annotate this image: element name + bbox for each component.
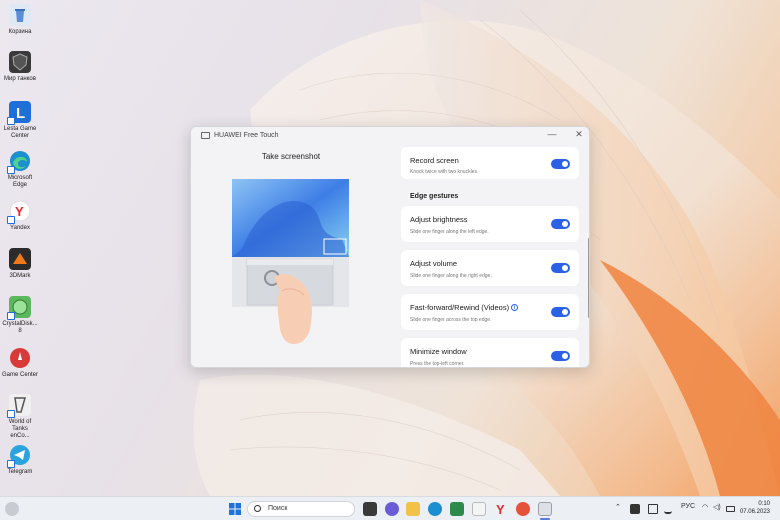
wifi-icon[interactable]: ◠ — [702, 503, 708, 511]
setting-title: Minimize window — [410, 347, 467, 356]
close-button[interactable]: ✕ — [573, 129, 585, 140]
desktop-icon-label: Мир танков — [4, 76, 36, 82]
setting-adjust-volume: Adjust volume Slide one finger along the… — [401, 250, 579, 286]
svg-text:Y: Y — [15, 204, 24, 219]
yandex-icon: Y — [7, 200, 31, 224]
setting-subtitle: Press the top-left corner. — [410, 361, 465, 367]
taskbar: Поиск Y ⌃ РУС ◠ ◁) 0:10 07.06.2023 — [0, 496, 780, 520]
tray-app-icon[interactable] — [630, 504, 640, 514]
desktop-icon-label: World of Tanks enCo... — [8, 419, 32, 439]
svg-text:L: L — [16, 105, 25, 122]
desktop-icon-label: Корзина — [8, 29, 32, 35]
taskbar-search-box[interactable]: Поиск — [247, 501, 355, 517]
setting-subtitle: Knock twice with two knuckles. — [410, 169, 479, 175]
record-screen-toggle[interactable] — [551, 159, 570, 169]
chat-icon[interactable] — [385, 502, 399, 516]
window-titlebar[interactable]: HUAWEI Free Touch — ✕ — [191, 127, 589, 143]
search-placeholder: Поиск — [268, 505, 288, 512]
huawei-free-touch-window: HUAWEI Free Touch — ✕ Take screenshot Re… — [190, 126, 590, 368]
clock-date: 07.06.2023 — [739, 509, 770, 515]
preview-title: Take screenshot — [261, 152, 321, 161]
desktop-icon-label: Telegram — [7, 469, 33, 475]
free-touch-taskbar-icon[interactable] — [538, 502, 552, 516]
setting-adjust-brightness: Adjust brightness Slide one finger along… — [401, 206, 579, 242]
setting-title-row: Fast-forward/Rewind (Videos) i — [410, 303, 519, 312]
svg-text:Y: Y — [496, 502, 505, 516]
crystaldisk-icon — [7, 296, 31, 320]
store-icon[interactable] — [450, 502, 464, 516]
3dmark-icon — [9, 248, 31, 270]
settings-pane: Record screen Knock twice with two knuck… — [401, 143, 589, 367]
setting-title: Adjust volume — [410, 259, 458, 268]
tray-display-icon[interactable] — [648, 504, 658, 514]
settings-scrollbar[interactable] — [588, 238, 589, 318]
usb-icon[interactable] — [664, 504, 672, 514]
preview-pane: Take screenshot — [191, 143, 391, 367]
clock-time: 0:10 — [758, 501, 770, 507]
search-icon — [254, 505, 261, 512]
weather-widget-icon[interactable] — [5, 502, 19, 516]
setting-title: Record screen — [410, 156, 459, 165]
battery-icon[interactable] — [726, 506, 735, 512]
start-windows-icon[interactable] — [228, 502, 242, 516]
setting-fast-forward-rewind: Fast-forward/Rewind (Videos) i Slide one … — [401, 294, 579, 330]
file-explorer-icon[interactable] — [406, 502, 420, 516]
recycle-bin-icon — [9, 4, 31, 26]
desktop-icon-label: Game Center — [2, 372, 39, 378]
tank-shield-icon — [9, 51, 31, 73]
desktop-icon-crystaldisk[interactable]: CrystalDisk... 8 — [2, 296, 38, 335]
language-indicator[interactable]: РУС — [681, 503, 695, 510]
desktop-icon-game-center[interactable]: Game Center — [2, 347, 38, 379]
screenshot-gesture-illustration — [232, 179, 350, 351]
adjust-brightness-toggle[interactable] — [551, 219, 570, 229]
setting-record-screen: Record screen Knock twice with two knuck… — [401, 147, 579, 179]
monitor-app-icon[interactable] — [472, 502, 486, 516]
desktop-icon-recycle-bin[interactable]: Корзина — [2, 4, 38, 36]
desktop-icon-yandex[interactable]: Y Yandex — [2, 200, 38, 232]
window-title: HUAWEI Free Touch — [214, 131, 279, 139]
world-of-tanks-icon — [7, 394, 31, 418]
lesta-l-icon: L — [7, 101, 31, 125]
info-icon[interactable]: i — [511, 304, 519, 311]
desktop-icon-label: 3DMark — [9, 273, 31, 279]
setting-title: Adjust brightness — [410, 215, 468, 224]
desktop-icon-world-of-tanks[interactable]: World of Tanks enCo... — [2, 394, 38, 440]
desktop-icon-microsoft-edge[interactable]: Microsoft Edge — [2, 150, 38, 189]
edge-taskbar-icon[interactable] — [428, 502, 442, 516]
setting-subtitle: Slide one finger along the left edge. — [410, 229, 489, 235]
desktop-icon-label: Lesta Game Center — [3, 126, 37, 139]
app-window-icon — [201, 131, 210, 139]
desktop-icon-label: Yandex — [10, 225, 30, 231]
desktop-icon-mir-tankov[interactable]: Мир танков — [2, 51, 38, 83]
desktop-icon-3dmark[interactable]: 3DMark — [2, 248, 38, 280]
desktop-icon-telegram[interactable]: Telegram — [2, 444, 38, 476]
task-view-icon[interactable] — [363, 502, 377, 516]
setting-minimize-window: Minimize window Press the top-left corne… — [401, 338, 579, 367]
fast-forward-rewind-toggle[interactable] — [551, 307, 570, 317]
adjust-volume-toggle[interactable] — [551, 263, 570, 273]
desktop-icon-lesta-game-center[interactable]: L Lesta Game Center — [2, 101, 38, 140]
section-heading-edge-gestures: Edge gestures — [410, 193, 459, 200]
edge-icon — [7, 150, 31, 174]
desktop-icon-label: Microsoft Edge — [7, 175, 33, 188]
game-center-icon — [9, 347, 31, 369]
minimize-window-toggle[interactable] — [551, 351, 570, 361]
desktop-icon-label: CrystalDisk... 8 — [2, 321, 38, 334]
yandex-browser-icon[interactable] — [516, 502, 530, 516]
volume-icon[interactable]: ◁) — [713, 503, 721, 511]
setting-subtitle: Slide one finger across the top edge. — [410, 317, 492, 323]
setting-title: Fast-forward/Rewind (Videos) — [410, 303, 510, 312]
taskbar-clock[interactable]: 0:10 07.06.2023 — [740, 500, 770, 516]
telegram-icon — [7, 444, 31, 468]
minimize-button[interactable]: — — [546, 129, 558, 139]
yandex-taskbar-icon[interactable]: Y — [494, 502, 508, 517]
tray-overflow-chevron-icon[interactable]: ⌃ — [615, 503, 621, 511]
setting-subtitle: Slide one finger along the right edge. — [410, 273, 492, 279]
